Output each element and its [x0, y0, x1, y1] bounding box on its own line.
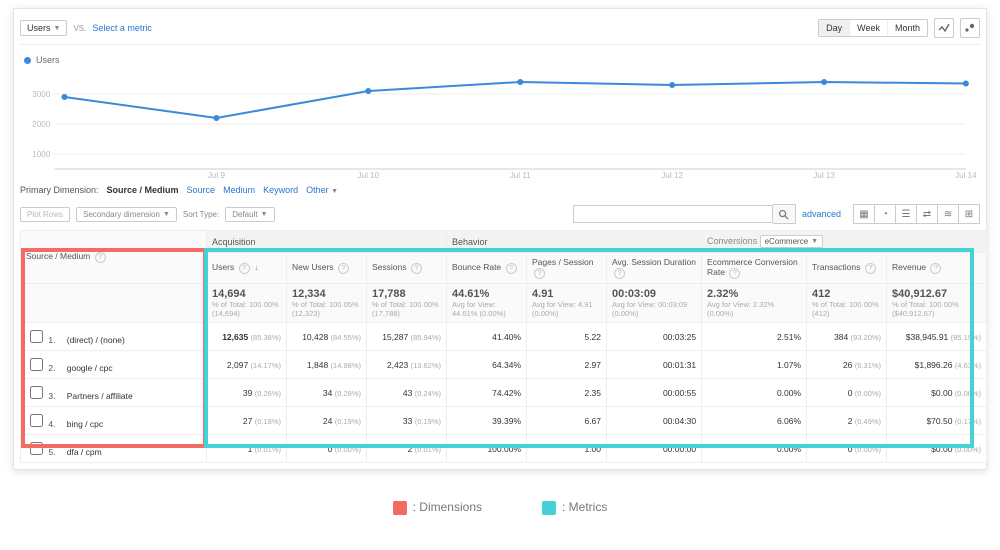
- col-users[interactable]: Users ? ↓: [207, 253, 287, 284]
- search-input[interactable]: [573, 205, 773, 223]
- dim-source[interactable]: Source: [187, 185, 216, 195]
- group-acquisition: Acquisition: [207, 231, 447, 253]
- row-checkbox[interactable]: [30, 442, 43, 455]
- view-term-cloud-icon[interactable]: ≋: [938, 204, 959, 224]
- plot-rows-button[interactable]: Plot Rows: [20, 207, 70, 222]
- view-pivot-icon[interactable]: ⊞: [959, 204, 980, 224]
- table-row: 2. google / cpc2,097 (14.17%)1,848 (14.9…: [21, 351, 987, 379]
- source-link[interactable]: (direct) / (none): [67, 335, 125, 345]
- metric-selector[interactable]: Users ▼: [20, 20, 67, 36]
- motion-chart-icon[interactable]: [960, 18, 980, 38]
- table-row: 1. (direct) / (none)12,635 (85.38%)10,42…: [21, 323, 987, 351]
- xtick: Jul 12: [661, 171, 683, 179]
- chart-toolbar: Users ▼ VS. Select a metric Day Week Mon…: [20, 15, 980, 45]
- dim-keyword[interactable]: Keyword: [263, 185, 298, 195]
- table-row: 5. dfa / cpm1 (0.01%)0 (0.00%)2 (0.01%)1…: [21, 435, 987, 463]
- source-link[interactable]: dfa / cpm: [67, 447, 102, 457]
- row-checkbox[interactable]: [30, 330, 43, 343]
- col-avg[interactable]: Avg. Session Duration ?: [607, 253, 702, 284]
- row-checkbox[interactable]: [30, 414, 43, 427]
- conversions-selector[interactable]: eCommerce ▼: [760, 235, 824, 248]
- total-users: 14,694% of Total: 100.00% (14,694): [207, 284, 287, 323]
- sort-arrow-icon: ↓: [254, 263, 258, 272]
- swatch-dimensions: [393, 501, 407, 515]
- source-link[interactable]: bing / cpc: [67, 419, 103, 429]
- series-label: Users: [36, 55, 60, 65]
- data-table: Source / Medium ? Acquisition Behavior C…: [20, 230, 987, 463]
- view-bar-icon[interactable]: ☰: [896, 204, 917, 224]
- view-table-icon[interactable]: ▦: [853, 204, 875, 224]
- advanced-link[interactable]: advanced: [802, 209, 841, 219]
- col-ecr[interactable]: Ecommerce Conversion Rate ?: [702, 253, 807, 284]
- xtick: Jul 13: [813, 171, 835, 179]
- xtick: Jul 14: [955, 171, 976, 179]
- col-sessions[interactable]: Sessions ?: [367, 253, 447, 284]
- ytick: 3000: [32, 90, 51, 99]
- xtick: Jul 9: [208, 171, 226, 179]
- xtick: Jul 11: [510, 171, 532, 179]
- secondary-dimension[interactable]: Secondary dimension ▼: [76, 207, 177, 222]
- total-bounce: 44.61%Avg for View: 44.61% (0.00%): [447, 284, 527, 323]
- sort-type-select[interactable]: Default ▼: [225, 207, 274, 222]
- total-new-users: 12,334% of Total: 100.05% (12,323): [287, 284, 367, 323]
- group-behavior: Behavior: [447, 231, 702, 253]
- dim-other[interactable]: Other ▼: [306, 185, 338, 195]
- search-button[interactable]: [773, 204, 796, 224]
- primary-dimension-row: Primary Dimension: Source / Medium Sourc…: [20, 179, 980, 201]
- col-bounce[interactable]: Bounce Rate ?: [447, 253, 527, 284]
- group-conversions: Conversions eCommerce ▼: [702, 231, 987, 253]
- total-pps: 4.91Avg for View: 4.91 (0.00%): [527, 284, 607, 323]
- source-link[interactable]: google / cpc: [67, 363, 113, 373]
- total-trans: 412% of Total: 100.00% (412): [807, 284, 887, 323]
- swatch-metrics: [542, 501, 556, 515]
- total-ecr: 2.32%Avg for View: 2.32% (0.00%): [702, 284, 807, 323]
- view-pie-icon[interactable]: ◔: [875, 204, 896, 224]
- total-rev: $40,912.67% of Total: 100.00% ($40,912.6…: [887, 284, 987, 323]
- view-mode-group: ▦ ◔ ☰ ⇄ ≋ ⊞: [853, 204, 980, 224]
- series-dot-icon: [24, 57, 31, 64]
- table-row: 4. bing / cpc27 (0.18%)24 (0.19%)33 (0.1…: [21, 407, 987, 435]
- chart-area: Users 3000 2000 1000 Jul 9 Jul 10 Jul 11…: [20, 45, 980, 179]
- table-row: 3. Partners / affiliate39 (0.26%)34 (0.2…: [21, 379, 987, 407]
- dim-medium[interactable]: Medium: [223, 185, 255, 195]
- ytick: 2000: [32, 120, 51, 129]
- col-pps[interactable]: Pages / Session ?: [527, 253, 607, 284]
- sort-type-label: Sort Type:: [183, 210, 219, 219]
- time-granularity: Day Week Month: [818, 19, 928, 37]
- select-metric[interactable]: Select a metric: [92, 23, 152, 33]
- chart-type-icon[interactable]: [934, 18, 954, 38]
- ytick: 1000: [32, 150, 51, 159]
- granularity-month[interactable]: Month: [888, 20, 927, 36]
- total-sessions: 17,788% of Total: 100.00% (17,788): [367, 284, 447, 323]
- row-checkbox[interactable]: [30, 358, 43, 371]
- granularity-day[interactable]: Day: [819, 20, 850, 36]
- total-avg: 00:03:09Avg for View: 00:03:09 (0.00%): [607, 284, 702, 323]
- col-source-medium[interactable]: Source / Medium ?: [21, 231, 207, 284]
- col-rev[interactable]: Revenue ?: [887, 253, 987, 284]
- col-new-users[interactable]: New Users ?: [287, 253, 367, 284]
- vs-label: VS.: [73, 24, 86, 33]
- col-trans[interactable]: Transactions ?: [807, 253, 887, 284]
- legend-bottom: : Dimensions : Metrics: [0, 500, 1000, 515]
- row-checkbox[interactable]: [30, 386, 43, 399]
- xtick: Jul 10: [358, 171, 380, 179]
- dim-source-medium[interactable]: Source / Medium: [107, 185, 179, 195]
- view-comparison-icon[interactable]: ⇄: [917, 204, 938, 224]
- source-link[interactable]: Partners / affiliate: [67, 391, 133, 401]
- table-toolbar: Plot Rows Secondary dimension ▼ Sort Typ…: [20, 201, 980, 230]
- granularity-week[interactable]: Week: [850, 20, 888, 36]
